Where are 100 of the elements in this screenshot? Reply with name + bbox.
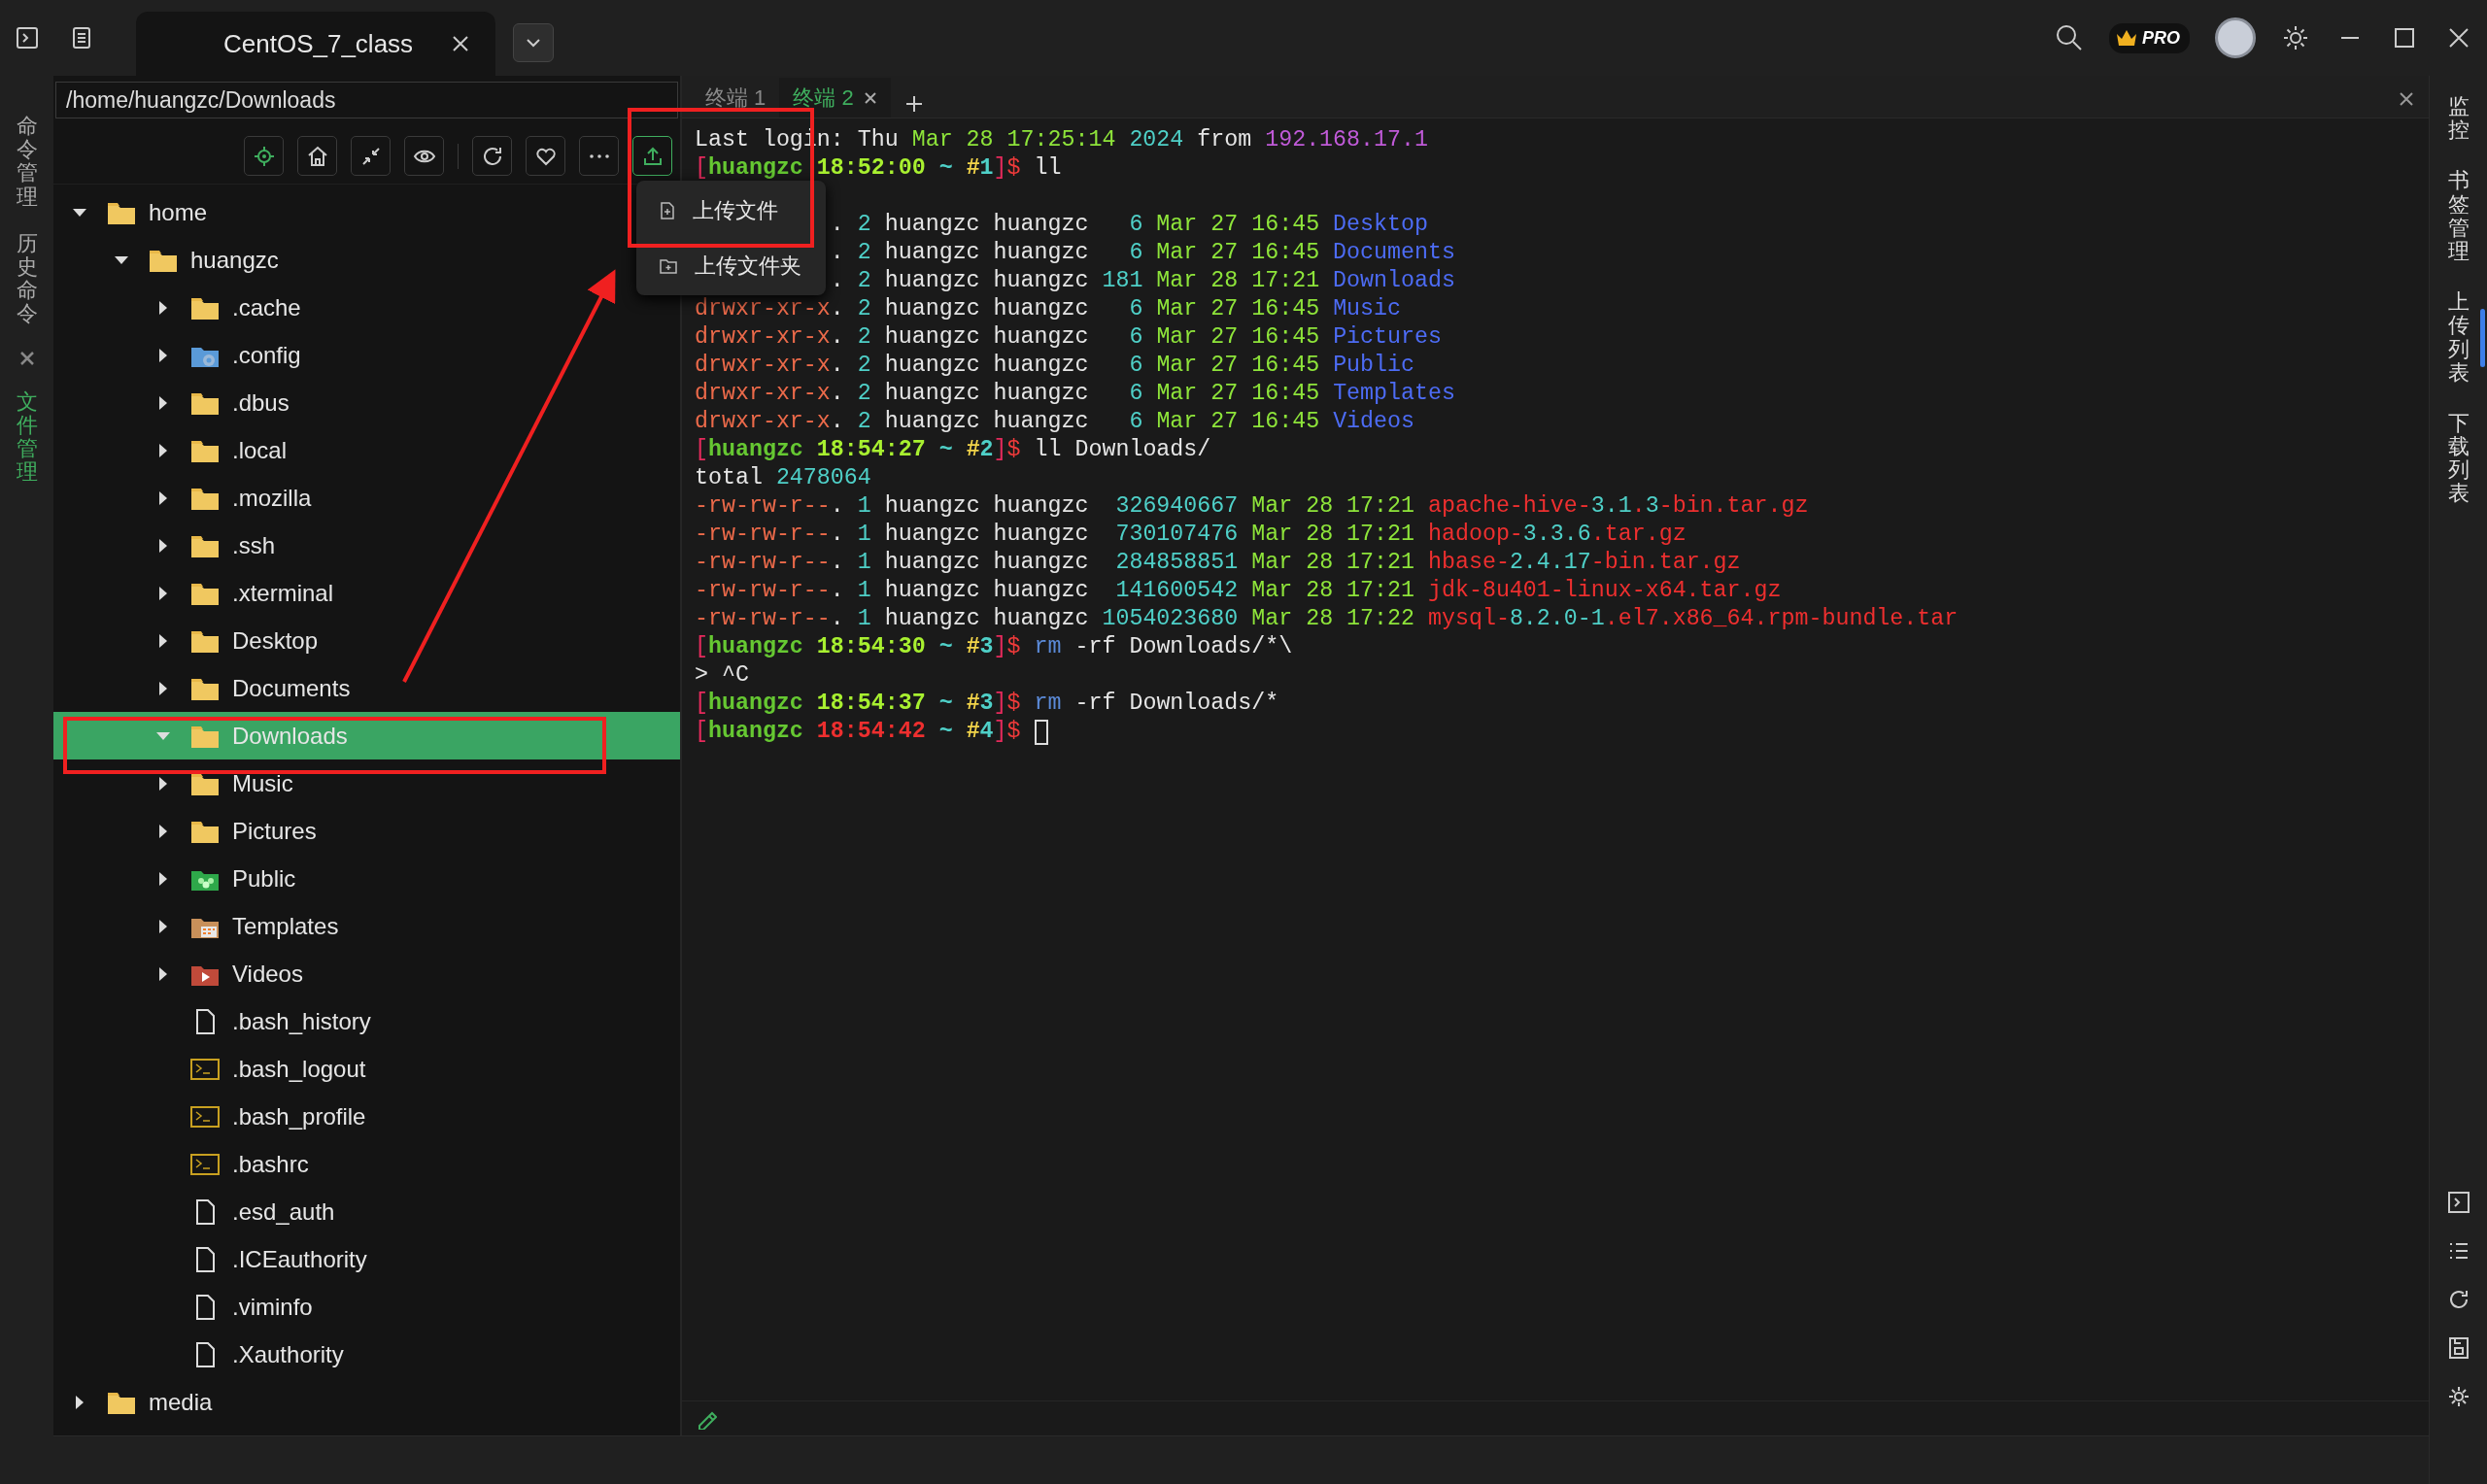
caret-right-icon[interactable] [157,441,169,459]
save-icon[interactable] [2446,1336,2470,1360]
refresh-button[interactable] [472,136,512,176]
tree-item[interactable]: .xterminal [53,569,680,617]
tree-item[interactable]: Documents [53,664,680,712]
caret-right-icon[interactable] [157,584,169,602]
home-button[interactable] [297,136,337,176]
settings-icon[interactable] [2281,23,2310,52]
terminal-line: total 2478064 [695,464,871,492]
scrollbar[interactable] [2480,309,2485,367]
file-plus-icon [660,201,675,219]
tree-item[interactable]: .bash_history [53,997,680,1045]
caret-right-icon[interactable] [157,964,169,983]
terminal-line: [huangzc 18:54:30 ~ #3]$ rm -rf Downloads/*\ [695,633,1293,661]
sidebar-tab[interactable]: 书签管理 [2447,169,2470,264]
tree-item[interactable]: Desktop [53,617,680,664]
caret-down-icon[interactable] [113,253,130,266]
tree-item[interactable]: .ICEauthority [53,1235,680,1283]
caret-right-icon[interactable] [157,822,169,840]
tree-item[interactable]: .dbus [53,379,680,426]
terminal-icon[interactable] [2446,1191,2470,1214]
caret-down-icon[interactable] [525,37,542,49]
tree-item[interactable]: .bash_profile [53,1093,680,1140]
window-tab[interactable]: CentOS_7_class [136,12,495,76]
tree-item[interactable]: .local [53,426,680,474]
terminal-line: [huangzc 18:54:27 ~ #2]$ ll Downloads/ [695,436,1211,464]
caret-right-icon[interactable] [157,346,169,364]
caret-right-icon[interactable] [157,298,169,317]
tree-item[interactable]: .esd_auth [53,1188,680,1235]
terminal-line: -rw-rw-r--. 1 huangzc huangzc 141600542 Mar 28 17:21 jdk-8u401-linux-x64.tar.gz [695,577,1782,605]
caret-right-icon[interactable] [157,774,169,793]
terminal-line: -rw-rw-r--. 1 huangzc huangzc 730107476 Mar 28 17:21 hadoop-3.3.6.tar.gz [695,521,1686,549]
caret-right-icon[interactable] [157,536,169,555]
terminal-line: [huangzc 18:52:00 ~ #1]$ ll [695,154,1062,183]
sidebar-tab[interactable]: 历史命令 [16,231,38,326]
terminal-line: [huangzc 18:54:42 ~ #4]$ [695,718,1021,746]
terminal-line: -rw-rw-r--. 1 huangzc huangzc 1054023680 Mar 28 17:22 mysql-8.2.0-1.el7.x86_64.rpm-bundle.tar [695,605,1959,633]
add-icon[interactable] [903,94,924,114]
terminal-line: . 2 huangzc huangzc 6 Mar 27 16:45 Desktop [830,211,1428,239]
upload-button[interactable] [632,136,672,176]
locate-button[interactable] [244,136,284,176]
collapse-button[interactable] [351,136,391,176]
sidebar-tab[interactable]: 监控 [2447,95,2470,143]
terminal-line: -rw-rw-r--. 1 huangzc huangzc 326940667 Mar 28 17:21 apache-hive-3.1.3-bin.tar.gz [695,492,1809,521]
list-icon[interactable] [70,26,93,50]
tree-item[interactable]: .bash_logout [53,1045,680,1093]
search-icon[interactable] [2055,23,2084,52]
close-icon[interactable] [451,34,470,53]
tree-item[interactable]: Pictures [53,807,680,855]
terminal-line: drwxr-xr-x. 2 huangzc huangzc 6 Mar 27 16:45 Videos [695,408,1414,436]
tree-item[interactable]: Templates [53,902,680,950]
tree-item[interactable]: Public [53,855,680,902]
caret-right-icon[interactable] [157,489,169,507]
caret-right-icon[interactable] [157,869,169,888]
dropdown-button[interactable] [513,23,554,62]
caret-right-icon[interactable] [74,1393,85,1411]
heart-button[interactable] [526,136,565,176]
close-icon[interactable] [17,349,36,367]
locate-icon [252,144,276,168]
avatar[interactable] [2215,17,2256,58]
caret-right-icon[interactable] [157,393,169,412]
sidebar-tab[interactable]: 上传列表 [2447,290,2470,385]
terminal-line: > ^C [695,661,749,690]
terminal-tab[interactable]: 终端 1 [692,78,780,118]
tree-item[interactable]: .mozilla [53,474,680,522]
tab-title: CentOS_7_class [223,27,414,60]
terminal-line: drwxr-xr-x. 2 huangzc huangzc 6 Mar 27 16:45 Public [695,352,1414,380]
tree-item[interactable]: Music [53,759,680,807]
terminal-line: . 2 huangzc huangzc 181 Mar 28 17:21 Downloads [830,267,1455,295]
terminal-line: [huangzc 18:54:37 ~ #3]$ rm -rf Downloads/* [695,690,1279,718]
terminal-line: drwxr-xr-x. 2 huangzc huangzc 6 Mar 27 16:45 Templates [695,380,1455,408]
tree-item[interactable]: .config [53,331,680,379]
settings-icon[interactable] [2446,1385,2470,1408]
terminal-tab[interactable]: 终端 2 [779,78,891,118]
close-icon[interactable] [863,90,877,105]
tree-item[interactable]: media [53,1378,680,1426]
close-icon[interactable] [2398,89,2415,108]
caret-right-icon[interactable] [157,917,169,935]
terminal-line: -rw-rw-r--. 1 huangzc huangzc 284858851 Mar 28 17:21 hbase-2.4.17-bin.tar.gz [695,549,1741,577]
terminal-line: drwxr-xr-x. 2 huangzc huangzc 6 Mar 27 16:45 Music [695,295,1402,323]
caret-right-icon[interactable] [157,631,169,650]
tree-item[interactable]: .bashrc [53,1140,680,1188]
sidebar-tab[interactable]: 文件管理 [16,389,38,485]
folder-plus-icon [660,257,677,274]
pro-badge[interactable]: PRO [2109,22,2190,53]
tree-item[interactable]: .Xauthority [53,1331,680,1378]
terminal-line: . 2 huangzc huangzc 6 Mar 27 16:45 Documents [830,239,1455,267]
eye-button[interactable] [404,136,444,176]
tree-item[interactable]: .ssh [53,522,680,569]
tree-item[interactable]: Videos [53,950,680,997]
sidebar-tab[interactable]: 下载列表 [2447,411,2470,506]
more-icon [589,153,609,158]
terminal-line: drwxr-xr-x. 2 huangzc huangzc 6 Mar 27 16:45 Pictures [695,323,1442,352]
more-button[interactable] [579,136,619,176]
caret-right-icon[interactable] [157,679,169,697]
caret-down-icon[interactable] [71,206,88,219]
tree-item[interactable]: .viminfo [53,1283,680,1331]
sidebar-tab[interactable]: 命令管理 [16,115,38,209]
path-field[interactable]: /home/huangzc/Downloads [55,82,678,118]
terminal-icon[interactable] [16,26,39,50]
